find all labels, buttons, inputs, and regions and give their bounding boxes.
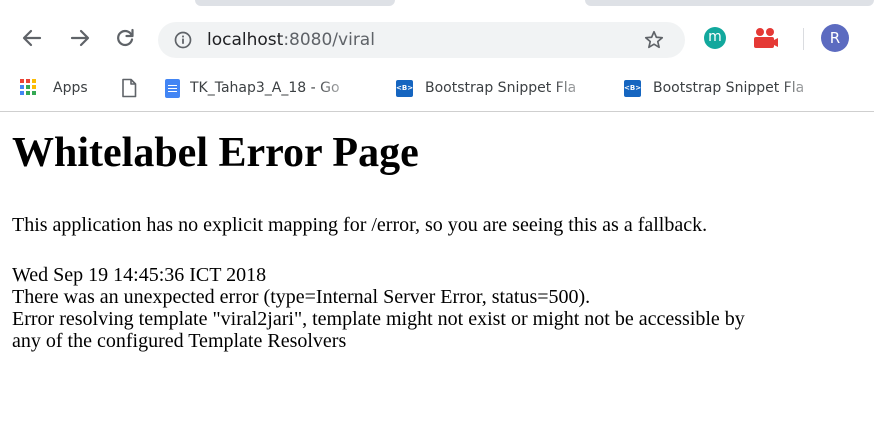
error-type-line: There was an unexpected error (type=Inte… <box>12 286 591 308</box>
error-message-line: Error resolving template "viral2jari", t… <box>12 308 745 330</box>
bootstrap-icon: <B> <box>396 79 413 97</box>
url-host: localhost <box>207 30 284 50</box>
tab-edge[interactable] <box>585 0 874 6</box>
address-bar[interactable]: localhost:8080/viral <box>158 22 685 58</box>
back-button[interactable] <box>18 24 46 52</box>
url-path: :8080/viral <box>283 30 375 50</box>
error-timestamp: Wed Sep 19 14:45:36 ICT 2018 <box>12 264 267 286</box>
bookmark-label: Bootstrap Snippet Fla <box>425 80 577 96</box>
toolbar-divider <box>803 28 804 50</box>
reload-button[interactable] <box>111 24 139 52</box>
bookmark-bootstrap-snippet[interactable]: <B> Bootstrap Snippet Fla <box>396 77 595 99</box>
bookmark-label: TK_Tahap3_A_18 - Go <box>190 80 340 96</box>
browser-chrome: localhost:8080/viral m R Apps TK_Tahap3_… <box>0 0 874 112</box>
browser-toolbar: localhost:8080/viral m R <box>0 14 874 70</box>
bookmark-bootstrap-snippet[interactable]: <B> Bootstrap Snippet Fla <box>624 77 823 99</box>
tab-edge[interactable] <box>195 0 395 6</box>
apps-grid-icon <box>20 79 38 97</box>
forward-button[interactable] <box>66 24 94 52</box>
arrow-left-icon <box>22 29 42 47</box>
bootstrap-icon: <B> <box>624 79 641 97</box>
bookmark-tk-tahap3[interactable]: TK_Tahap3_A_18 - Go <box>165 77 358 99</box>
profile-avatar[interactable]: R <box>821 24 849 52</box>
google-docs-icon <box>165 78 180 98</box>
address-url[interactable]: localhost:8080/viral <box>207 29 375 51</box>
bookmark-apps[interactable]: Apps <box>20 77 88 99</box>
reload-icon <box>117 28 134 47</box>
extension-people-icon[interactable] <box>752 26 778 50</box>
bookmark-apps-label: Apps <box>53 80 88 96</box>
page-icon <box>122 78 137 98</box>
error-message-line: any of the configured Template Resolvers <box>12 330 347 352</box>
error-details: Wed Sep 19 14:45:36 ICT 2018 There was an… <box>12 264 745 352</box>
info-icon[interactable] <box>174 31 192 49</box>
arrow-right-icon <box>70 29 90 47</box>
page-content: Whitelabel Error Page This application h… <box>0 112 874 428</box>
bookmarks-bar: Apps TK_Tahap3_A_18 - Go <B> Bootstrap S… <box>0 72 874 104</box>
bookmark-page[interactable] <box>121 77 137 99</box>
page-title: Whitelabel Error Page <box>12 130 419 176</box>
extension-m-icon[interactable]: m <box>704 27 726 49</box>
bookmark-label: Bootstrap Snippet Fla <box>653 80 805 96</box>
star-outline-icon[interactable] <box>643 29 665 51</box>
intro-text: This application has no explicit mapping… <box>12 214 708 236</box>
